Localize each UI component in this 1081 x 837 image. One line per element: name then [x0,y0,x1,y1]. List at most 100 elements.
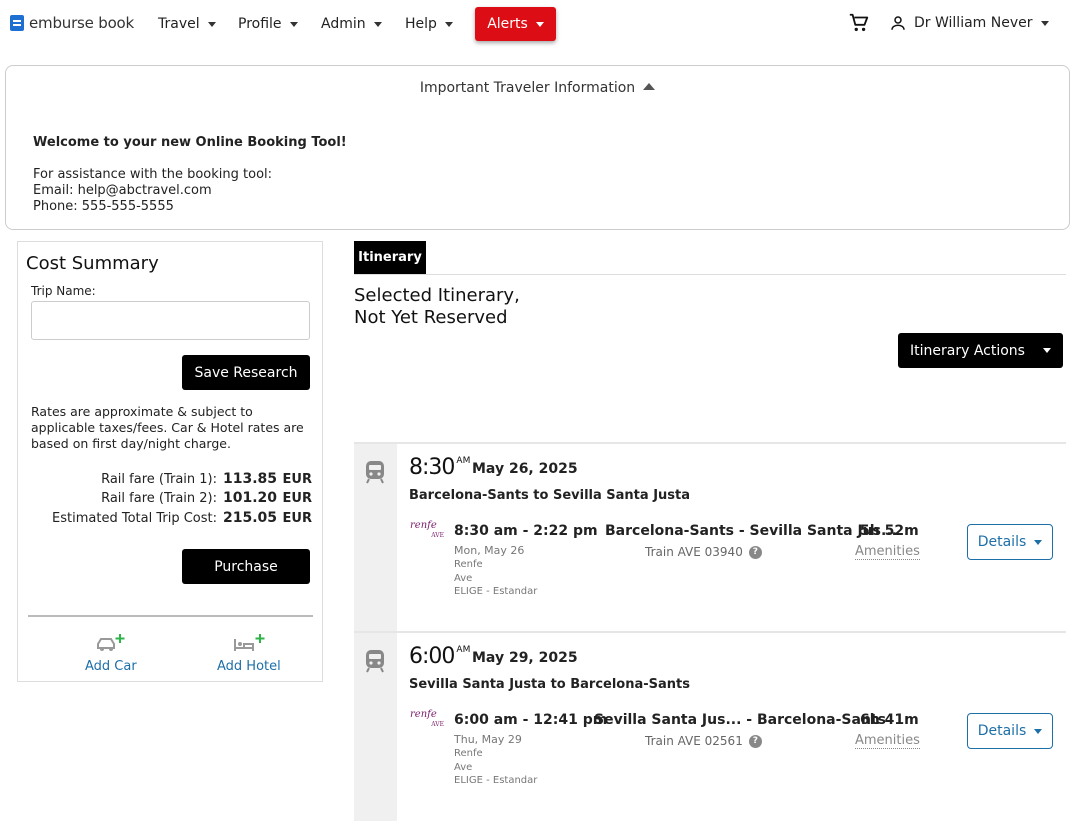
carrier: Renfe [454,748,483,759]
caret-down-icon [1034,539,1043,545]
itinerary-actions-button[interactable]: Itinerary Actions [898,333,1063,368]
details-button[interactable]: Details [967,524,1053,560]
fare-value: 101.20 [222,490,277,506]
tab-itinerary[interactable]: Itinerary [354,241,426,274]
departure-ampm: AM [456,645,471,655]
departure-time-value: 6:00 [409,644,455,669]
rates-note: Rates are approximate & subject to appli… [31,404,304,451]
caret-down-icon [1034,728,1043,734]
caret-down-icon [373,21,382,27]
total-value: 215.05 [222,510,277,526]
user-menu[interactable]: Dr William Never [889,14,1049,32]
fare-row: Rail fare (Train 2): 101.20 EUR [101,490,312,506]
departure-date: May 26, 2025 [472,461,578,477]
save-research-button[interactable]: Save Research [182,355,310,390]
alerts-label: Alerts [487,16,528,32]
add-car-button[interactable]: Add Car [85,633,137,674]
nav-label: Admin [321,16,366,32]
assist-text: For assistance with the booking tool: [33,167,273,182]
trip-name-label: Trip Name: [31,284,96,298]
total-currency: EUR [282,511,312,526]
tab-rule [354,274,1066,275]
cart-icon[interactable] [848,12,870,34]
nav-label: Travel [158,16,200,32]
times: 8:30 am - 2:22 pm [454,523,598,539]
train-number: Train AVE 03940? [645,545,762,559]
details-button[interactable]: Details [967,713,1053,749]
caret-down-icon [289,21,298,27]
fare-row: Rail fare (Train 1): 113.85 EUR [101,471,312,487]
fare-class: ELIGE - Estandar [454,775,538,786]
duration: 6h 41m [860,712,919,728]
train-number: Train AVE 02561? [645,734,762,748]
itinerary-actions-label: Itinerary Actions [910,342,1025,359]
rail-segment: 8:30 AM May 26, 2025 Barcelona-Sants to S… [354,442,1066,632]
amenities-link[interactable]: Amenities [855,733,920,749]
fare-currency: EUR [282,491,312,506]
fare-label: Rail fare (Train 1): [101,472,217,487]
carrier: Renfe [454,559,483,570]
divider [28,615,313,617]
route: Barcelona-Sants to Sevilla Santa Justa [409,488,691,503]
cost-summary: Cost Summary Trip Name: Save Research Ra… [17,241,323,682]
departure-ampm: AM [456,456,471,466]
caret-down-icon [207,21,216,27]
class: Ave [454,573,473,584]
add-hotel-button[interactable]: Add Hotel [217,633,281,674]
user-name: Dr William Never [914,15,1033,31]
itinerary-title-line1: Selected Itinerary, [354,285,520,306]
purchase-button[interactable]: Purchase [182,549,310,584]
add-car-label: Add Car [85,659,137,674]
nav-label: Help [405,16,437,32]
logo-icon [10,15,24,31]
amenities-link[interactable]: Amenities [855,544,920,560]
renfe-logo-sub: AVE [431,721,444,728]
details-label: Details [977,534,1027,550]
nav-admin[interactable]: Admin [321,16,382,32]
help-icon[interactable]: ? [748,734,762,748]
traveler-info-label: Important Traveler Information [419,80,636,96]
nav-travel[interactable]: Travel [158,16,216,32]
phone-text: Phone: 555-555-5555 [33,199,174,214]
logo-text: emburse book [29,14,135,32]
day: Thu, May 29 [454,733,522,746]
renfe-logo-sub: AVE [431,532,444,539]
departure-time-value: 8:30 [409,455,455,480]
fare-value: 113.85 [222,471,277,487]
renfe-logo-text: renfe [410,520,437,531]
nav-help[interactable]: Help [405,16,453,32]
traveler-info-panel: Important Traveler Information Welcome t… [5,65,1070,230]
email-text: Email: help@abctravel.com [33,183,212,198]
fare-currency: EUR [282,472,312,487]
help-icon[interactable]: ? [748,545,762,559]
itinerary-title-line2: Not Yet Reserved [354,307,508,328]
total-row: Estimated Total Trip Cost: 215.05 EUR [52,510,312,526]
details-label: Details [977,723,1027,739]
day: Mon, May 26 [454,544,525,557]
times: 6:00 am - 12:41 pm [454,712,608,728]
stations: Barcelona-Sants - Sevilla Santa Jus... [605,523,897,539]
train-icon [366,461,384,484]
user-icon [891,16,905,30]
renfe-logo: renfe AVE [410,709,444,729]
renfe-logo-text: renfe [410,709,437,720]
itinerary-title: Selected Itinerary, Not Yet Reserved [354,285,520,329]
add-hotel-label: Add Hotel [217,659,281,674]
train-number-label: Train AVE 02561 [645,734,743,748]
rail-segment: 6:00 AM May 29, 2025 Sevilla Santa Justa … [354,631,1066,821]
nav-profile[interactable]: Profile [238,16,298,32]
traveler-info-toggle[interactable]: Important Traveler Information [6,80,1069,96]
trip-name-input[interactable] [31,301,310,340]
total-label: Estimated Total Trip Cost: [52,511,217,526]
caret-down-icon [444,21,453,27]
caret-down-icon [1040,20,1049,26]
alerts-button[interactable]: Alerts [475,7,556,41]
segment-divider [354,442,1066,444]
caret-up-icon [643,83,656,90]
hotel-add-icon [233,634,265,651]
train-number-label: Train AVE 03940 [645,545,743,559]
nav-label: Profile [238,16,282,32]
logo[interactable]: emburse book [10,14,134,32]
stations: Sevilla Santa Jus... - Barcelona-Sants [594,712,886,728]
train-icon [366,650,384,673]
